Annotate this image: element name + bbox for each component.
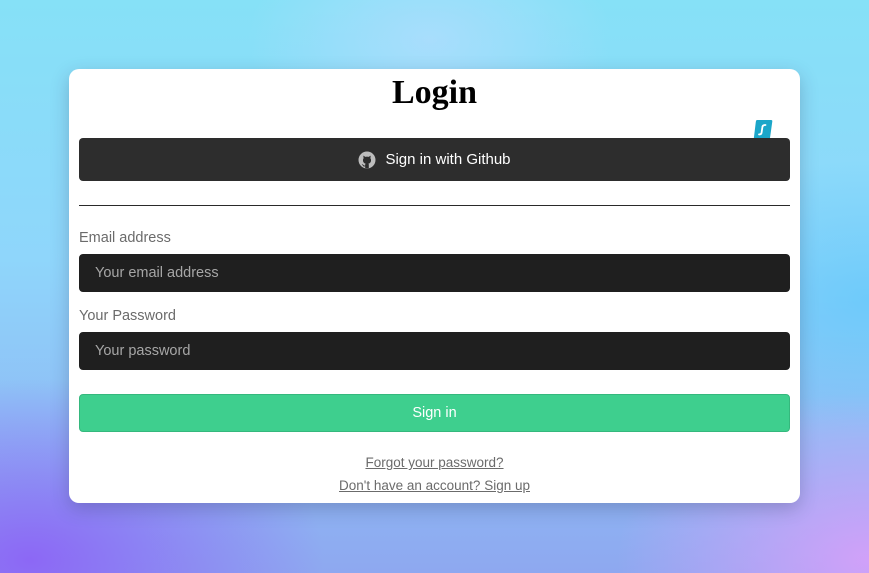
signup-link[interactable]: Don't have an account? Sign up (69, 478, 800, 493)
email-field[interactable] (79, 254, 790, 292)
login-card: Login Sign in with Github Email address … (69, 69, 800, 503)
sign-in-button-label: Sign in (412, 405, 457, 421)
password-label: Your Password (79, 308, 176, 324)
github-icon (358, 151, 376, 169)
sign-in-button[interactable]: Sign in (79, 394, 790, 432)
password-field[interactable] (79, 332, 790, 370)
page-title: Login (391, 74, 478, 111)
divider (79, 205, 790, 206)
email-label: Email address (79, 230, 171, 246)
github-signin-button[interactable]: Sign in with Github (79, 138, 790, 181)
forgot-password-link[interactable]: Forgot your password? (69, 455, 800, 470)
github-button-label: Sign in with Github (385, 151, 511, 168)
